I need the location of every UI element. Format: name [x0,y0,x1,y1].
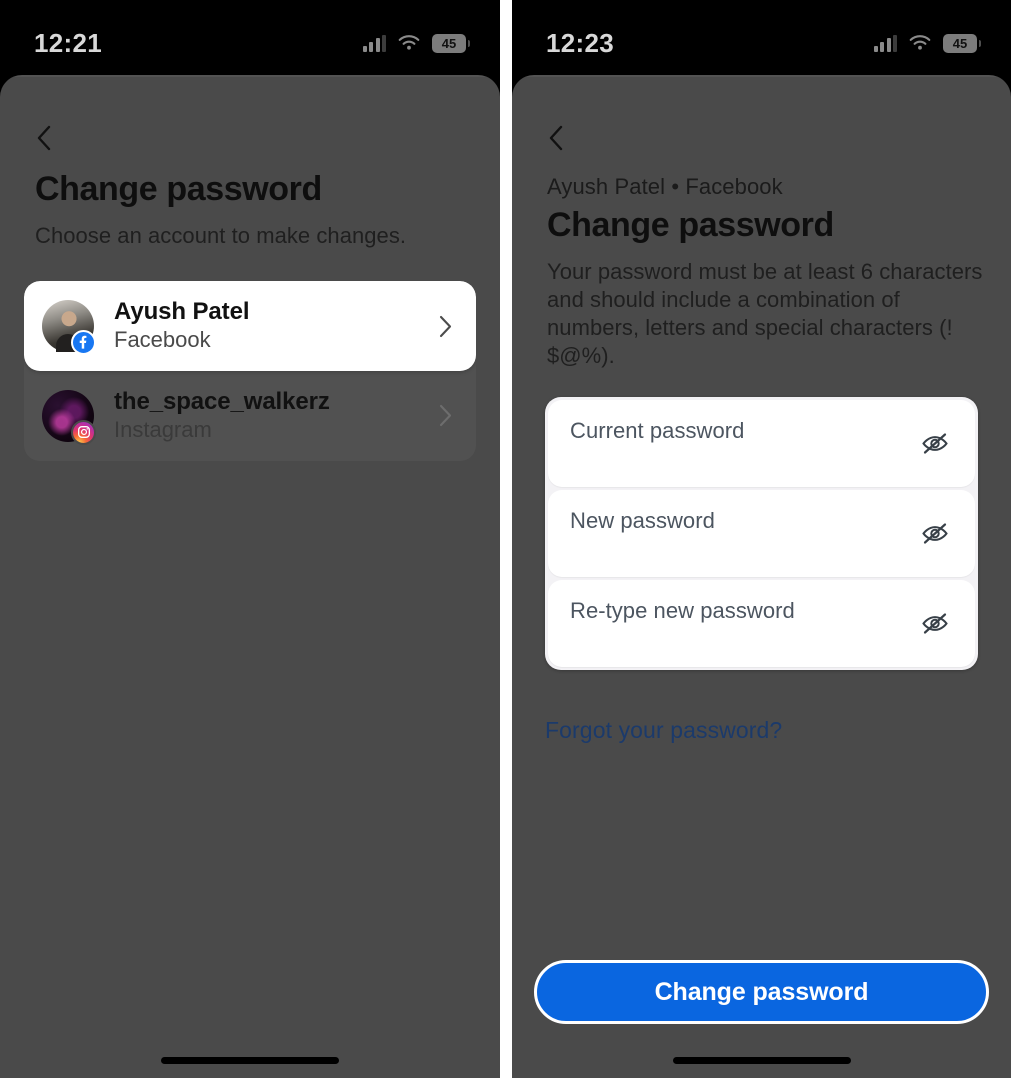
account-breadcrumb: Ayush Patel • Facebook [547,174,783,199]
account-list: Ayush Patel Facebook the_space_walkerz I… [24,281,476,461]
left-status-bar: 12:21 45 [0,0,500,72]
facebook-glyph [79,335,87,349]
battery-level-label: 45 [952,35,968,51]
status-indicators: 45 [362,33,470,53]
password-requirements-text: Your password must be at least 6 charact… [547,259,983,369]
right-content-sheet: Ayush Patel • Facebook Change password Y… [512,75,1011,1078]
right-status-bar: 12:23 45 [512,0,1011,72]
wifi-icon [909,35,931,50]
eye-slash-icon[interactable] [917,427,953,459]
wifi-icon [398,35,420,50]
retype-password-placeholder: Re-type new password [570,597,795,623]
battery-icon: 45 [943,33,981,53]
cellular-bars-icon [873,34,897,52]
right-content: Ayush Patel • Facebook Change password Y… [512,174,1011,744]
back-button[interactable] [532,115,578,161]
eye-slash-glyph [922,613,948,634]
change-password-button[interactable]: Change password [534,960,989,1024]
account-platform: Facebook [114,327,211,353]
instagram-badge-icon [71,419,96,445]
home-indicator[interactable] [161,1057,339,1064]
status-time: 12:23 [546,27,614,58]
account-platform: Instagram [114,417,212,443]
page-title: Change password [35,170,322,208]
account-text: the_space_walkerz Instagram [114,388,439,444]
home-indicator[interactable] [672,1057,851,1064]
battery-level-label: 45 [441,35,457,51]
new-password-placeholder: New password [570,507,715,533]
avatar [42,389,96,445]
account-name: Ayush Patel [114,298,250,326]
account-text: Ayush Patel Facebook [114,298,439,354]
retype-password-field[interactable]: Re-type new password [548,579,975,667]
facebook-badge-icon [71,330,96,355]
battery-icon: 45 [432,33,470,53]
left-content-sheet: Change password Choose an account to mak… [0,75,500,1078]
current-password-field[interactable]: Current password [548,399,975,487]
back-button[interactable] [20,115,66,161]
chevron-left-icon [549,125,562,151]
instagram-glyph [77,426,90,439]
dual-screenshot-container: 12:21 45 Change password Choose an accou… [0,0,1011,1078]
eye-slash-icon[interactable] [917,607,953,639]
chevron-left-icon [37,125,50,151]
left-phone-screen: 12:21 45 Change password Choose an accou… [0,0,500,1078]
eye-slash-glyph [922,523,948,544]
account-name: the_space_walkerz [114,387,330,415]
forgot-password-link[interactable]: Forgot your password? [545,717,782,744]
submit-button-container: Change password [534,960,989,1024]
cellular-bars-icon [362,34,386,52]
eye-slash-icon[interactable] [917,517,953,549]
avatar [42,300,96,355]
chevron-right-icon [439,405,452,427]
password-form: Current password New password Re-type ne… [545,396,978,670]
new-password-field[interactable]: New password [548,489,975,577]
status-indicators: 45 [873,33,981,53]
account-row-instagram[interactable]: the_space_walkerz Instagram [24,371,476,461]
right-phone-screen: 12:23 45 Ayush Patel • Facebook Change p… [512,0,1011,1078]
page-subtitle: Choose an account to make changes. [35,223,407,248]
chevron-right-icon [439,315,452,337]
account-row-facebook[interactable]: Ayush Patel Facebook [24,281,476,371]
eye-slash-glyph [922,433,948,454]
page-title: Change password [547,206,834,244]
current-password-placeholder: Current password [570,417,745,443]
status-time: 12:21 [34,27,102,58]
left-content: Change password Choose an account to mak… [0,170,500,461]
